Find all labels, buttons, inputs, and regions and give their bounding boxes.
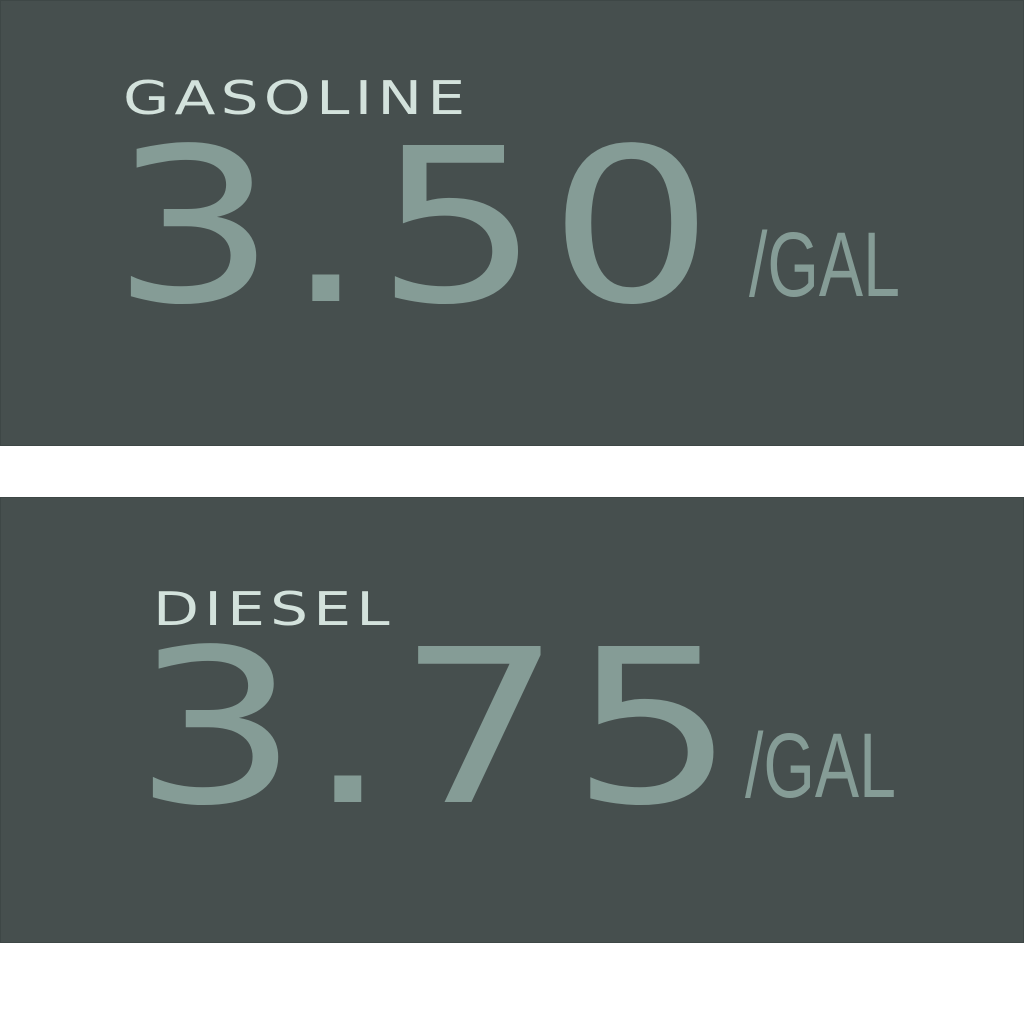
diesel-unit: /GAL [745, 715, 896, 817]
diesel-price-panel: DIESEL 3.75 /GAL [0, 497, 1024, 943]
gasoline-price-panel: GASOLINE 3.50 /GAL [0, 0, 1024, 446]
diesel-price: 3.75 [133, 604, 744, 853]
fuel-price-board: GASOLINE 3.50 /GAL DIESEL 3.75 /GAL [0, 0, 1024, 1024]
gasoline-price: 3.50 [111, 103, 722, 352]
gasoline-unit: /GAL [749, 214, 900, 316]
